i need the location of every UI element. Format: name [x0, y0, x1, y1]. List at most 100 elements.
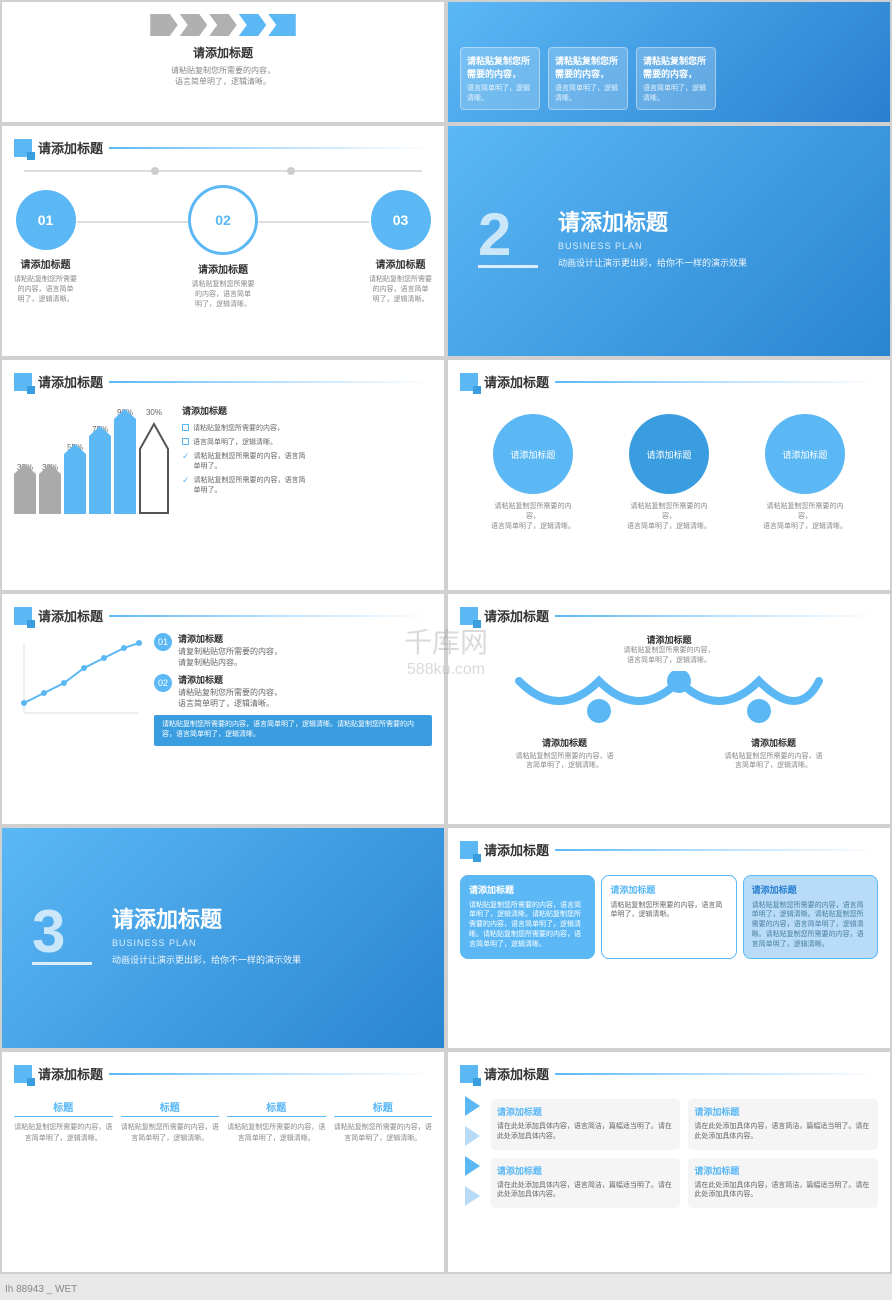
blue-card-2: 请粘贴复制您所需要的内容， 语言简单明了，逻辑清晰。	[548, 47, 628, 110]
numbered-item-2: 02 请添加标题 请粘贴复制您所需要的内容，语言简单明了，逻辑清晰。	[154, 674, 432, 709]
wave-svg	[499, 671, 839, 726]
slide-1-title: 请添加标题	[14, 44, 432, 61]
slide-5: 请添加标题 30% 30%	[2, 360, 444, 590]
slide-2-cards: 请粘贴复制您所需要的内容， 语言简单明了，逻辑清晰。 请粘贴复制您所需要的内容，…	[460, 47, 716, 110]
col-item-2: 标题 请粘贴复制您所需要的内容，语言简单明了，逻辑清晰。	[121, 1099, 220, 1144]
list-card-1: 请添加标题 请在此处添加具体内容，语言简洁，篇幅适当明了。请在此处添加具体内容。	[491, 1099, 681, 1150]
slide-6: 请添加标题 请添加标题 请粘贴复制您所需要的内容，语言简单明了，逻辑清晰。 请添…	[448, 360, 890, 590]
wave-bottom-2: 请添加标题 请粘贴复制您所需要的内容，语言简单明了，逻辑清晰。	[724, 736, 824, 772]
slide-6-title: 请添加标题	[484, 372, 549, 391]
bullet-2: 语言简单明了，逻辑清晰。	[182, 437, 432, 447]
circle-1: 01	[16, 190, 76, 250]
slide-4-inner: 2 请添加标题 BUSINESS PLAN 动画设计让演示更出彩，给你不一样的演…	[478, 205, 860, 278]
slide-3-title-line	[109, 147, 432, 149]
slide-4-number-block: 2	[478, 205, 538, 278]
slide-11-icon	[14, 1065, 32, 1083]
bar-4: 75%	[89, 425, 111, 514]
slide-5-header: 请添加标题	[14, 372, 432, 391]
slide-12-arrows	[460, 1091, 483, 1216]
num-content-1: 请添加标题 请复制粘贴您所需要的内容，请复制粘贴内容。	[178, 633, 282, 668]
slide-1-content: 请添加标题 请粘贴复制您所需要的内容，语言简单明了，逻辑清晰。	[14, 44, 432, 87]
circles-row: 01 请添加标题 请粘贴复制您所需要的内容，语言简单明了，逻辑清晰。 02 请添…	[14, 175, 432, 319]
big-circle-item-1: 请添加标题 请粘贴复制您所需要的内容，语言简单明了，逻辑清晰。	[488, 414, 578, 531]
big-circle-item-3: 请添加标题 请粘贴复制您所需要的内容，语言简单明了，逻辑清晰。	[760, 414, 850, 531]
four-cols: 标题 请粘贴复制您所需要的内容，语言简单明了，逻辑清晰。 标题 请粘贴复制您所需…	[14, 1091, 432, 1152]
circle-item-2: 02 请添加标题 请粘贴复制您所需要的内容，语言简单明了，逻辑清晰。	[188, 185, 258, 309]
bar-1: 30%	[14, 463, 36, 514]
slide-grid: 请添加标题 请粘贴复制您所需要的内容，语言简单明了，逻辑清晰。 请粘贴复制您所需…	[0, 0, 892, 1274]
slide-7: 请添加标题	[2, 594, 444, 824]
bullet-1: 请粘贴复制您所需要的内容，	[182, 423, 432, 433]
content-box-2: 请添加标题 请粘贴复制您所需要的内容，语言简单明了，逻辑清晰。	[601, 875, 736, 959]
arrow-icon-1	[465, 1096, 480, 1116]
chart-label: 请添加标题	[182, 404, 432, 417]
slide-5-title: 请添加标题	[38, 372, 103, 391]
slide-10-title-line	[555, 849, 878, 851]
bullet-3: ✓ 请粘贴复制您所需要的内容，语言简单明了。	[182, 451, 432, 471]
bullet-check-1: ✓	[182, 451, 190, 462]
line-chart-svg	[14, 633, 144, 723]
arrow-icon-4	[465, 1186, 480, 1206]
arrow-2	[180, 14, 208, 36]
slide-12-title: 请添加标题	[484, 1064, 549, 1083]
slide-11-title: 请添加标题	[38, 1064, 103, 1083]
slide-5-title-line	[109, 381, 432, 383]
arrow-3	[209, 14, 237, 36]
slide-7-icon	[14, 607, 32, 625]
slide-4: 2 请添加标题 BUSINESS PLAN 动画设计让演示更出彩，给你不一样的演…	[448, 126, 890, 356]
slide-3-header: 请添加标题	[14, 138, 432, 157]
slide-10-icon	[460, 841, 478, 859]
slide-6-icon	[460, 373, 478, 391]
slide-7-list: 01 请添加标题 请复制粘贴您所需要的内容，请复制粘贴内容。 02 请添加标题 …	[154, 633, 432, 746]
wave-svg-container	[460, 671, 878, 731]
bar-3: 55%	[64, 443, 86, 514]
slide-11: 请添加标题 标题 请粘贴复制您所需要的内容，语言简单明了，逻辑清晰。 标题 请粘…	[2, 1052, 444, 1272]
bottom-label: Ih 88943 _ WET	[5, 1284, 77, 1295]
bar-2: 30%	[39, 463, 61, 514]
content-box-1: 请添加标题 请粘贴复制您所需要的内容，语言简单明了，逻辑清晰。请粘贴复制您所需要…	[460, 875, 595, 959]
slide-5-body: 30% 30% 55%	[14, 399, 432, 519]
slide-12-body: 请添加标题 请在此处添加具体内容，语言简洁，篇幅适当明了。请在此处添加具体内容。…	[460, 1091, 878, 1216]
blue-card-3: 请粘贴复制您所需要的内容， 语言简单明了，逻辑清晰。	[636, 47, 716, 110]
bullet-sq-1	[182, 424, 189, 431]
slide-9-text: 请添加标题 BUSINESS PLAN 动画设计让演示更出彩，给你不一样的演示效…	[112, 902, 301, 968]
big-circle-1: 请添加标题	[493, 414, 573, 494]
bullet-4: ✓ 请粘贴复制您所需要的内容，语言简单明了。	[182, 475, 432, 495]
big-circles-row: 请添加标题 请粘贴复制您所需要的内容，语言简单明了，逻辑清晰。 请添加标题 请粘…	[460, 399, 878, 536]
col-item-3: 标题 请粘贴复制您所需要的内容，语言简单明了，逻辑清晰。	[227, 1099, 326, 1144]
wave-top-item: 请添加标题 请粘贴复制您所需要的内容，语言简单明了，逻辑清晰。	[460, 633, 878, 666]
slide-9-inner: 3 请添加标题 BUSINESS PLAN 动画设计让演示更出彩，给你不一样的演…	[32, 902, 414, 975]
slide-8-title-line	[555, 615, 878, 617]
slide-5-icon	[14, 373, 32, 391]
slide-11-header: 请添加标题	[14, 1064, 432, 1083]
slide-4-text: 请添加标题 BUSINESS PLAN 动画设计让演示更出彩，给你不一样的演示效…	[558, 205, 747, 271]
big-circle-2: 请添加标题	[629, 414, 709, 494]
circle-3: 03	[371, 190, 431, 250]
list-card-2: 请添加标题 请在此处添加具体内容，语言简洁，篇幅适当明了。请在此处添加具体内容。	[688, 1099, 878, 1150]
content-box-3: 请添加标题 请粘贴复制您所需要的内容，语言简单明了，逻辑清晰。请粘贴复制您所需要…	[743, 875, 878, 959]
numbered-item-1: 01 请添加标题 请复制粘贴您所需要的内容，请复制粘贴内容。	[154, 633, 432, 668]
slide-7-header: 请添加标题	[14, 606, 432, 625]
big-circle-3: 请添加标题	[765, 414, 845, 494]
slide-10: 请添加标题 请添加标题 请粘贴复制您所需要的内容，语言简单明了，逻辑清晰。请粘贴…	[448, 828, 890, 1048]
arrow-5	[268, 14, 296, 36]
wave-bottom-items: 请添加标题 请粘贴复制您所需要的内容，语言简单明了，逻辑清晰。 请添加标题 请粘…	[460, 736, 878, 772]
arrows-row	[14, 14, 432, 36]
slide-10-header: 请添加标题	[460, 840, 878, 859]
list-card-4: 请添加标题 请在此处添加具体内容，语言简洁，篇幅适当明了。请在此处添加具体内容。	[688, 1158, 878, 1209]
arrow-icon-3	[465, 1156, 480, 1176]
slide-12-header: 请添加标题	[460, 1064, 878, 1083]
slide-3-title: 请添加标题	[38, 138, 103, 157]
num-circle-2: 02	[154, 674, 172, 692]
slide-12-icon	[460, 1065, 478, 1083]
num-content-2: 请添加标题 请粘贴复制您所需要的内容，语言简单明了，逻辑清晰。	[178, 674, 282, 709]
list-card-3: 请添加标题 请在此处添加具体内容，语言简洁，篇幅适当明了。请在此处添加具体内容。	[491, 1158, 681, 1209]
slide-7-title-line	[109, 615, 432, 617]
circle-2: 02	[188, 185, 258, 255]
arrow-bars: 30% 30% 55%	[14, 399, 169, 519]
slide-7-body: 01 请添加标题 请复制粘贴您所需要的内容，请复制粘贴内容。 02 请添加标题 …	[14, 633, 432, 746]
slide-7-title: 请添加标题	[38, 606, 103, 625]
arrow-4	[239, 14, 267, 36]
slide-5-right: 请添加标题 请粘贴复制您所需要的内容， 语言简单明了，逻辑清晰。 ✓ 请粘贴复制…	[177, 399, 432, 519]
two-col-list: 请添加标题 请在此处添加具体内容，语言简洁，篇幅适当明了。请在此处添加具体内容。…	[491, 1091, 878, 1216]
